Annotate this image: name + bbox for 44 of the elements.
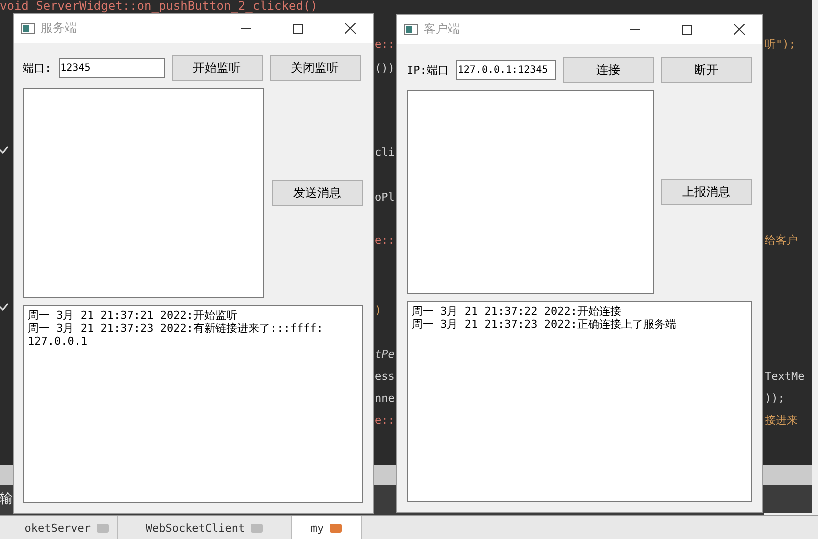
code-text: void ServerWidget::on_pushButton_2_clicked(): [0, 0, 318, 13]
check-icon: [0, 146, 8, 154]
panel-tab[interactable]: 输: [0, 490, 13, 508]
app-icon: [404, 24, 418, 35]
input-field[interactable]: 12345: [58, 58, 165, 78]
check-icon: [0, 303, 8, 311]
file-tab[interactable]: oketServer: [0, 516, 118, 539]
code-text: 听");: [765, 38, 796, 52]
code-text: 接进来: [765, 414, 798, 428]
code-text: tPe: [375, 348, 395, 362]
action-button[interactable]: 连接: [562, 57, 654, 83]
code-text: nne: [375, 392, 395, 406]
code-text: TextMe: [765, 370, 805, 384]
maximize-icon[interactable]: [293, 24, 303, 34]
log-line: 周一 3月 21 21:37:22 2022:开始连接: [412, 305, 622, 318]
code-text: e::: [375, 414, 395, 428]
code-text: ));: [765, 392, 785, 406]
app-icon: [21, 23, 35, 34]
code-text: 给客户: [765, 234, 798, 248]
action-button[interactable]: 断开: [660, 57, 752, 83]
log-line: 周一 3月 21 21:37:21 2022:开始监听: [28, 309, 238, 322]
send-button[interactable]: 上报消息: [661, 179, 752, 205]
log-line: 周一 3月 21 21:37:23 2022:正确连接上了服务端: [412, 318, 678, 331]
window-title: 服务端: [41, 20, 78, 37]
code-text: ess: [375, 370, 395, 384]
file-tab[interactable]: my: [292, 516, 362, 539]
field-label: IP:端口: [407, 62, 449, 78]
code-text: oPl: [375, 191, 395, 205]
log-line: 周一 3月 21 21:37:23 2022:有新链接进来了:::ffff:: [28, 322, 324, 335]
send-button[interactable]: 发送消息: [272, 180, 363, 206]
close-icon[interactable]: [734, 24, 744, 35]
action-button[interactable]: 开始监听: [172, 55, 263, 81]
close-icon[interactable]: [344, 23, 356, 34]
code-text: cli: [375, 146, 395, 160]
log-line: 127.0.0.1: [28, 335, 89, 348]
action-button[interactable]: 关闭监听: [270, 55, 361, 81]
field-label: 端口:: [23, 60, 52, 76]
maximize-icon[interactable]: [682, 24, 692, 34]
code-text: e::: [375, 234, 395, 248]
code-text: ()): [375, 62, 395, 76]
input-field[interactable]: 127.0.0.1:12345: [456, 60, 556, 80]
window-title: 客户端: [424, 21, 461, 38]
code-text: ): [375, 304, 382, 318]
code-text: e::: [375, 38, 395, 52]
